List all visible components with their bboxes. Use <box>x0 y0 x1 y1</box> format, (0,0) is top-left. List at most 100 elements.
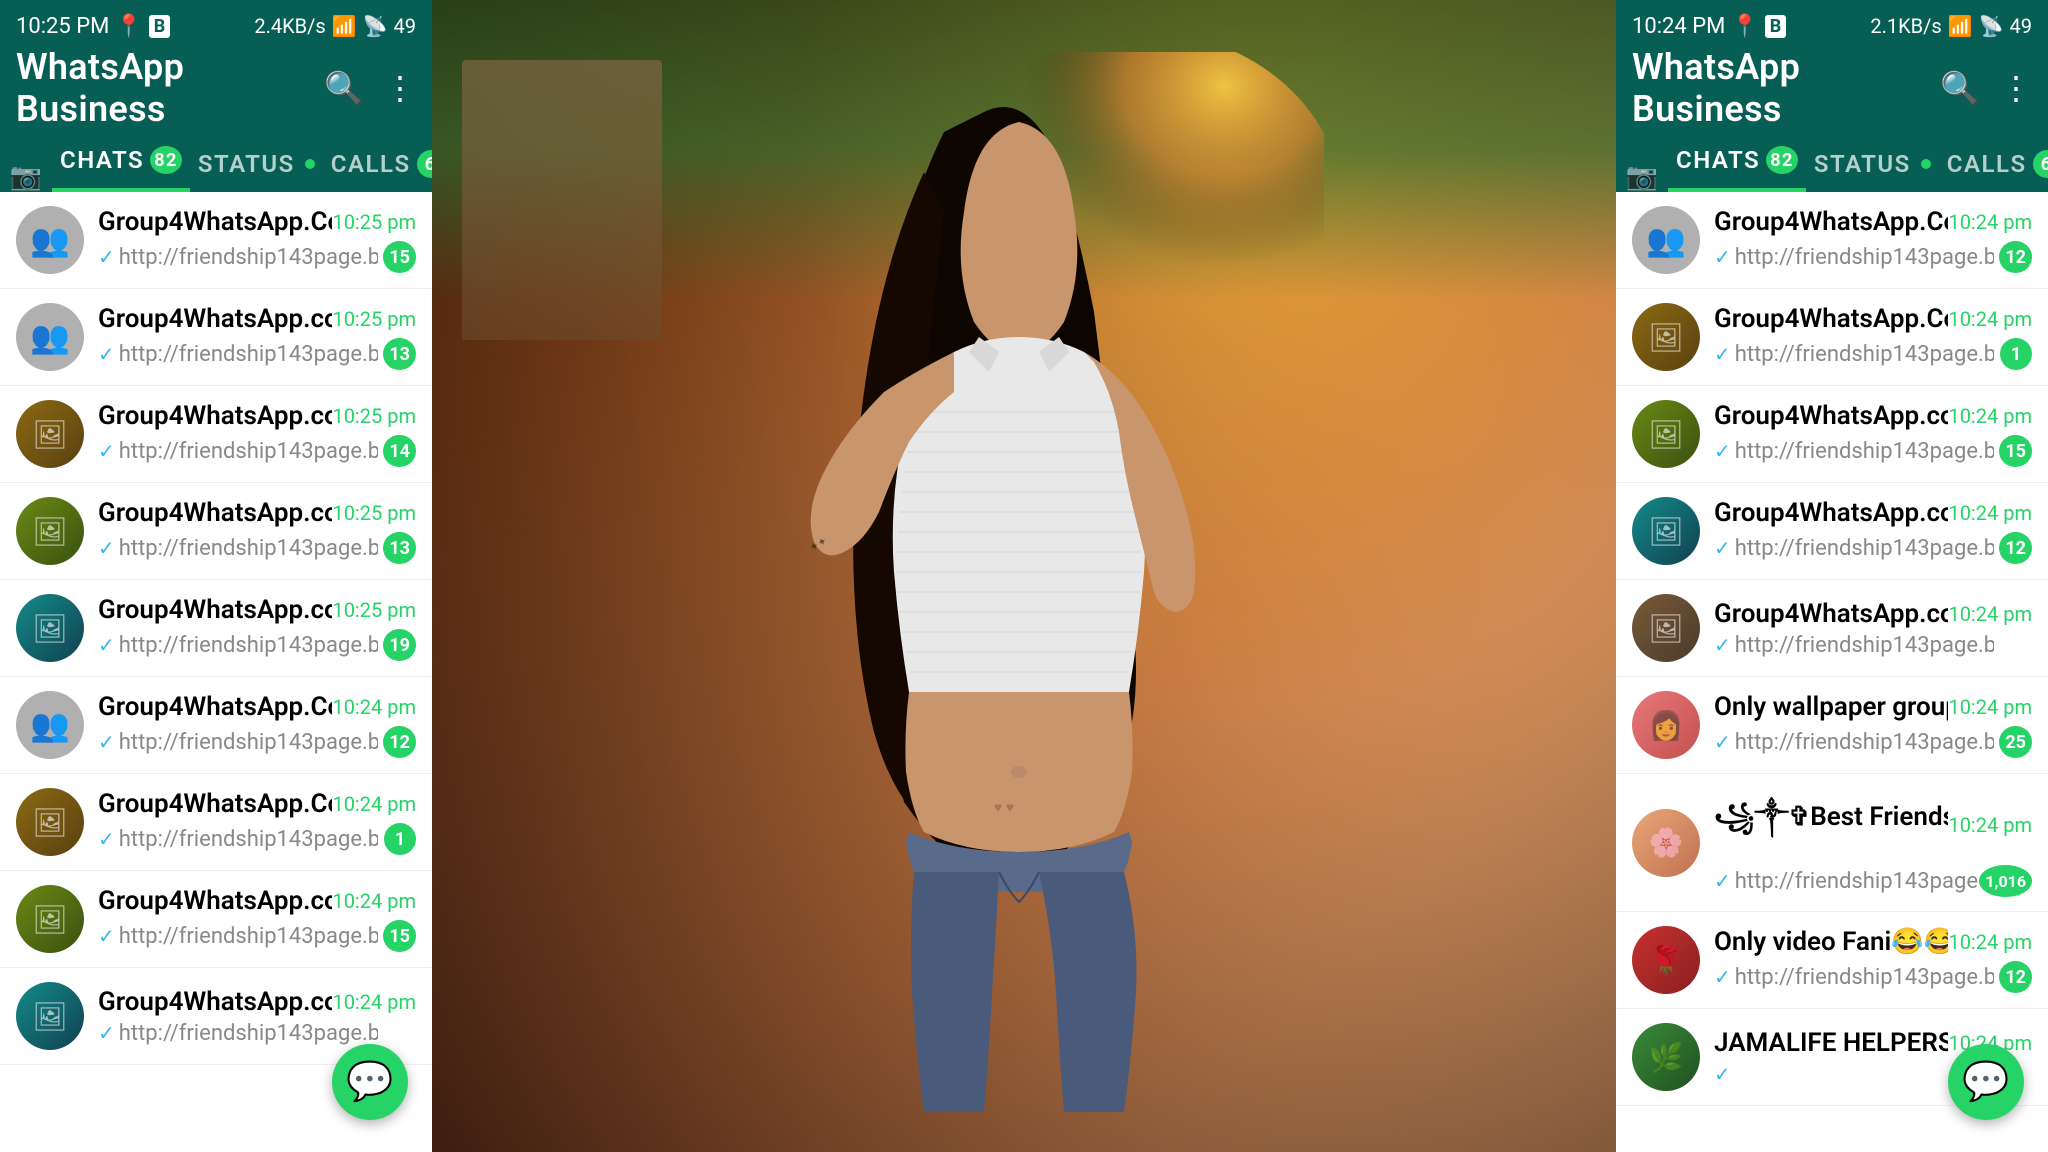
left-chat-content-5: Group4WhatsApp.com189 10:25 pm ✓ http://… <box>98 595 416 661</box>
left-camera-tab[interactable]: 📷 <box>0 162 52 192</box>
right-status-dot <box>1921 159 1931 169</box>
right-search-icon[interactable]: 🔍 <box>1940 69 1980 107</box>
right-chat-name-1: Group4WhatsApp.Com182 <box>1714 207 1948 237</box>
left-speed: 2.4KB/s <box>254 14 325 38</box>
right-chat-item-5[interactable]: 🖼 Group4WhatsApp.com1810 10:24 pm ✓ http… <box>1616 580 2048 677</box>
left-avatar-4: 🖼 <box>16 497 84 565</box>
left-avatar-5: 🖼 <box>16 594 84 662</box>
right-chat-item-6[interactable]: 👩 Only wallpaper group 10:24 pm ✓ http:/… <box>1616 677 2048 774</box>
right-chat-content-1: Group4WhatsApp.Com182 10:24 pm ✓ http://… <box>1714 207 2032 273</box>
left-chat-item-7[interactable]: 🖼 Group4WhatsApp.Com184 10:24 pm ✓ http:… <box>0 774 432 871</box>
left-menu-icon[interactable]: ⋮ <box>384 69 416 107</box>
left-chat-item-1[interactable]: 👥 Group4WhatsApp.Com181 10:25 pm ✓ http:… <box>0 192 432 289</box>
left-avatar-1: 👥 <box>16 206 84 274</box>
right-chat-time-2: 10:24 pm <box>1948 307 2032 331</box>
left-chat-name-4: Group4WhatsApp.com187 <box>98 498 332 528</box>
right-unread-7: 1,016 <box>1979 865 2032 897</box>
right-chat-item-8[interactable]: 🌹 Only video Fani😂😂😂😂 10:24 pm ✓ http://… <box>1616 912 2048 1009</box>
right-chat-item-4[interactable]: 🖼 Group4WhatsApp.com188 10:24 pm ✓ http:… <box>1616 483 2048 580</box>
right-chat-time-6: 10:24 pm <box>1948 695 2032 719</box>
right-tab-status[interactable]: STATUS <box>1806 134 1939 192</box>
left-chat-bottom-5: ✓ http://friendship143page.blogsp... 19 <box>98 629 416 661</box>
left-chat-bottom-8: ✓ http://friendship143page.blogsp... 15 <box>98 920 416 952</box>
right-app-title: WhatsApp Business <box>1632 46 1940 130</box>
right-unread-1: 12 <box>1999 241 2032 273</box>
right-speed: 2.1KB/s <box>1870 14 1941 38</box>
left-app-header: WhatsApp Business 🔍 ⋮ <box>0 52 432 124</box>
right-fab[interactable]: 💬 <box>1948 1044 2024 1120</box>
right-avatar-2: 🖼 <box>1632 303 1700 371</box>
left-chat-list: 👥 Group4WhatsApp.Com181 10:25 pm ✓ http:… <box>0 192 432 1065</box>
left-chat-preview-7: ✓ http://friendship143page.blogsp... <box>98 827 378 852</box>
right-chat-item-1[interactable]: 👥 Group4WhatsApp.Com182 10:24 pm ✓ http:… <box>1616 192 2048 289</box>
left-tab-calls-label: CALLS <box>331 150 411 178</box>
right-chat-preview-8: ✓ http://friendship143page.blogsp... <box>1714 965 1994 990</box>
right-app-header: WhatsApp Business 🔍 ⋮ <box>1616 52 2048 124</box>
right-chat-top-7: ꧁༒✞Best Friends ✞༒꧂ 10:24 pm <box>1714 788 2032 861</box>
left-chat-item-3[interactable]: 🖼 Group4WhatsApp.com186 10:25 pm ✓ http:… <box>0 386 432 483</box>
right-chat-wrapper: 👥 Group4WhatsApp.Com182 10:24 pm ✓ http:… <box>1616 192 2048 1152</box>
left-avatar-2: 👥 <box>16 303 84 371</box>
right-unread-2: 1 <box>2000 338 2032 370</box>
left-tab-calls[interactable]: CALLS 6 <box>323 134 432 192</box>
left-chat-item-4[interactable]: 🖼 Group4WhatsApp.com187 10:25 pm ✓ http:… <box>0 483 432 580</box>
right-chat-preview-2: ✓ http://friendship143page.blogsp... <box>1714 342 1994 367</box>
left-chat-top-6: Group4WhatsApp.Com182 10:24 pm <box>98 692 416 722</box>
right-camera-tab[interactable]: 📷 <box>1616 162 1668 192</box>
right-chat-preview-9: ✓ <box>1714 1062 1731 1086</box>
right-chat-bottom-2: ✓ http://friendship143page.blogsp... 1 <box>1714 338 2032 370</box>
left-unread-8: 15 <box>383 920 416 952</box>
left-unread-2: 13 <box>383 338 416 370</box>
left-status-dot <box>305 159 315 169</box>
right-chat-item-3[interactable]: 🖼 Group4WhatsApp.com185 10:24 pm ✓ http:… <box>1616 386 2048 483</box>
left-fab[interactable]: 💬 <box>332 1044 408 1120</box>
left-chat-item-2[interactable]: 👥 Group4WhatsApp.com183 10:25 pm ✓ http:… <box>0 289 432 386</box>
right-chat-item-2[interactable]: 🖼 Group4WhatsApp.Com184 10:24 pm ✓ http:… <box>1616 289 2048 386</box>
left-tab-status[interactable]: STATUS <box>190 134 323 192</box>
right-avatar-6: 👩 <box>1632 691 1700 759</box>
left-search-icon[interactable]: 🔍 <box>324 69 364 107</box>
left-avatar-icon-9: 🖼 <box>16 982 84 1050</box>
left-chat-item-6[interactable]: 👥 Group4WhatsApp.Com182 10:24 pm ✓ http:… <box>0 677 432 774</box>
right-chat-content-7: ꧁༒✞Best Friends ✞༒꧂ 10:24 pm ✓ http://fr… <box>1714 788 2032 897</box>
right-menu-icon[interactable]: ⋮ <box>2000 69 2032 107</box>
left-chat-item-5[interactable]: 🖼 Group4WhatsApp.com189 10:25 pm ✓ http:… <box>0 580 432 677</box>
left-chat-bottom-7: ✓ http://friendship143page.blogsp... 1 <box>98 823 416 855</box>
left-status-bar: 10:25 PM 📍 B 2.4KB/s 📶 📡 49 <box>0 0 432 52</box>
left-tab-chats-label: CHATS <box>60 146 144 174</box>
right-chat-top-2: Group4WhatsApp.Com184 10:24 pm <box>1714 304 2032 334</box>
left-avatar-icon-7: 🖼 <box>16 788 84 856</box>
left-calls-badge: 6 <box>417 150 432 178</box>
right-chat-content-6: Only wallpaper group 10:24 pm ✓ http://f… <box>1714 692 2032 758</box>
left-tab-chats[interactable]: CHATS 82 <box>52 130 190 192</box>
right-chat-top-6: Only wallpaper group 10:24 pm <box>1714 692 2032 722</box>
right-chat-preview-6: ✓ http://friendship143page.blogsp... <box>1714 730 1994 755</box>
right-avatar-1: 👥 <box>1632 206 1700 274</box>
left-chat-item-8[interactable]: 🖼 Group4WhatsApp.com185 10:24 pm ✓ http:… <box>0 871 432 968</box>
right-tab-chats[interactable]: CHATS 82 <box>1668 130 1806 192</box>
right-chat-name-5: Group4WhatsApp.com1810 <box>1714 599 1948 629</box>
right-chat-content-2: Group4WhatsApp.Com184 10:24 pm ✓ http://… <box>1714 304 2032 370</box>
left-chat-bottom-6: ✓ http://friendship143page.blogsp... 12 <box>98 726 416 758</box>
left-status-bar-right: 2.4KB/s 📶 📡 49 <box>254 14 416 38</box>
left-chat-preview-4: ✓ http://friendship143page.blogsp... <box>98 536 378 561</box>
left-chat-content-4: Group4WhatsApp.com187 10:25 pm ✓ http://… <box>98 498 416 564</box>
right-avatar-icon-8: 🌹 <box>1632 926 1700 994</box>
left-fab-icon: 💬 <box>346 1060 393 1104</box>
right-avatar-icon-2: 🖼 <box>1632 303 1700 371</box>
right-chat-name-9: JAMALIFE HELPERS MEMB... <box>1714 1028 1948 1058</box>
right-chat-bottom-3: ✓ http://friendship143page.blogsp... 15 <box>1714 435 2032 467</box>
left-chat-name-3: Group4WhatsApp.com186 <box>98 401 332 431</box>
right-chat-top-1: Group4WhatsApp.Com182 10:24 pm <box>1714 207 2032 237</box>
right-wifi-icon: 📡 <box>1979 14 2004 38</box>
right-chat-name-4: Group4WhatsApp.com188 <box>1714 498 1948 528</box>
woman-figure: ♥ ♥ ✦✦ <box>724 52 1324 1152</box>
left-chat-name-6: Group4WhatsApp.Com182 <box>98 692 332 722</box>
left-chat-name-2: Group4WhatsApp.com183 <box>98 304 332 334</box>
right-chat-item-7[interactable]: 🌸 ꧁༒✞Best Friends ✞༒꧂ 10:24 pm ✓ http://… <box>1616 774 2048 912</box>
right-tab-calls[interactable]: CALLS 6 <box>1939 134 2048 192</box>
left-chat-bottom-1: ✓ http://friendship143page.blogsp... 15 <box>98 241 416 273</box>
left-chat-content-9: Group4WhatsApp.com188 10:24 pm ✓ http://… <box>98 987 416 1046</box>
right-chat-preview-4: ✓ http://friendship143page.blogsp... <box>1714 536 1994 561</box>
left-chat-bottom-2: ✓ http://friendship143page.blogsp... 13 <box>98 338 416 370</box>
